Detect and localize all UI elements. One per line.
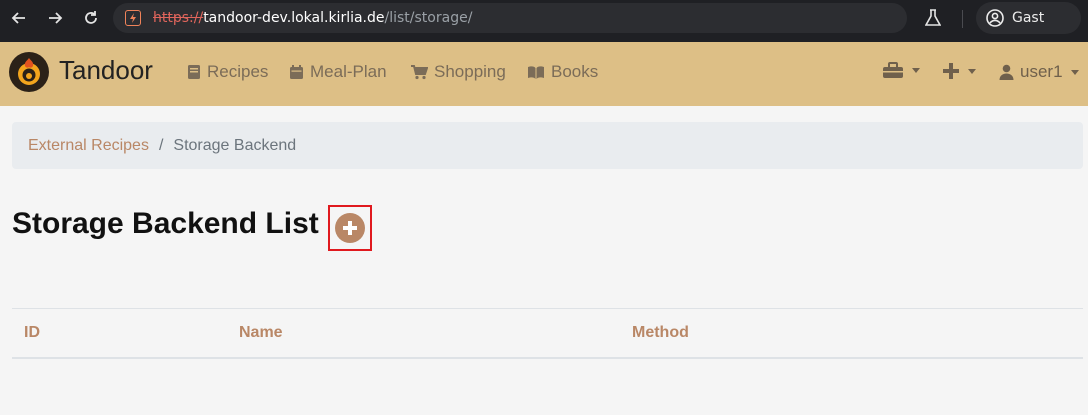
chevron-down-icon (968, 68, 976, 74)
plus-circle-icon[interactable] (335, 213, 365, 243)
user-label: user1 (1020, 62, 1063, 81)
profile-button[interactable]: Gast (976, 2, 1081, 34)
labs-flask-icon[interactable] (922, 7, 944, 29)
breadcrumb-separator: / (158, 136, 164, 154)
add-storage-button-highlight[interactable] (328, 205, 372, 251)
user-icon (999, 64, 1014, 80)
column-header-method[interactable]: Method (632, 324, 689, 342)
open-book-icon (528, 66, 544, 79)
profile-label: Gast (1012, 10, 1045, 26)
toolbox-icon (883, 62, 903, 78)
tandoor-logo-icon[interactable] (9, 52, 49, 92)
url-path: /list/storage/ (384, 10, 473, 26)
add-dropdown[interactable] (942, 62, 976, 80)
user-dropdown[interactable]: user1 (999, 62, 1079, 82)
nav-meal-plan-label: Meal-Plan (310, 62, 387, 81)
toolbar-divider (962, 10, 963, 28)
nav-shopping-label: Shopping (434, 62, 506, 81)
storage-table: ID Name Method (12, 308, 1083, 359)
nav-meal-plan[interactable]: Meal-Plan (289, 62, 387, 82)
tools-dropdown[interactable] (882, 62, 920, 79)
column-header-name[interactable]: Name (239, 324, 283, 342)
breadcrumb: External Recipes / Storage Backend (12, 122, 1083, 169)
calendar-icon (290, 65, 303, 79)
brand-name[interactable]: Tandoor (59, 55, 153, 86)
url-text[interactable]: https://tandoor-dev.lokal.kirlia.de/list… (153, 9, 472, 27)
breadcrumb-current: Storage Backend (173, 136, 297, 154)
insecure-site-icon[interactable] (125, 10, 141, 26)
chevron-down-icon (912, 68, 920, 73)
nav-books[interactable]: Books (527, 62, 598, 82)
url-host: tandoor-dev.lokal.kirlia.de (203, 10, 385, 26)
forward-arrow-icon[interactable] (43, 6, 67, 30)
reload-icon[interactable] (79, 6, 103, 30)
nav-recipes[interactable]: Recipes (187, 62, 268, 82)
breadcrumb-external-recipes-link[interactable]: External Recipes (28, 137, 149, 155)
plus-icon (943, 63, 959, 79)
url-scheme: https:// (153, 10, 204, 26)
account-circle-icon (986, 9, 1004, 27)
book-icon (188, 65, 200, 79)
browser-toolbar: https://tandoor-dev.lokal.kirlia.de/list… (0, 0, 1088, 42)
nav-shopping[interactable]: Shopping (410, 62, 506, 82)
column-header-id[interactable]: ID (24, 324, 40, 342)
address-bar[interactable]: https://tandoor-dev.lokal.kirlia.de/list… (113, 3, 907, 33)
chevron-down-icon (1070, 69, 1079, 75)
nav-recipes-label: Recipes (207, 62, 269, 81)
cart-icon (411, 65, 428, 80)
app-navbar: Tandoor Recipes Meal-Plan Shopping Books… (0, 42, 1088, 106)
nav-books-label: Books (551, 62, 599, 81)
back-arrow-icon[interactable] (7, 6, 31, 30)
page-title: Storage Backend List (12, 207, 319, 240)
